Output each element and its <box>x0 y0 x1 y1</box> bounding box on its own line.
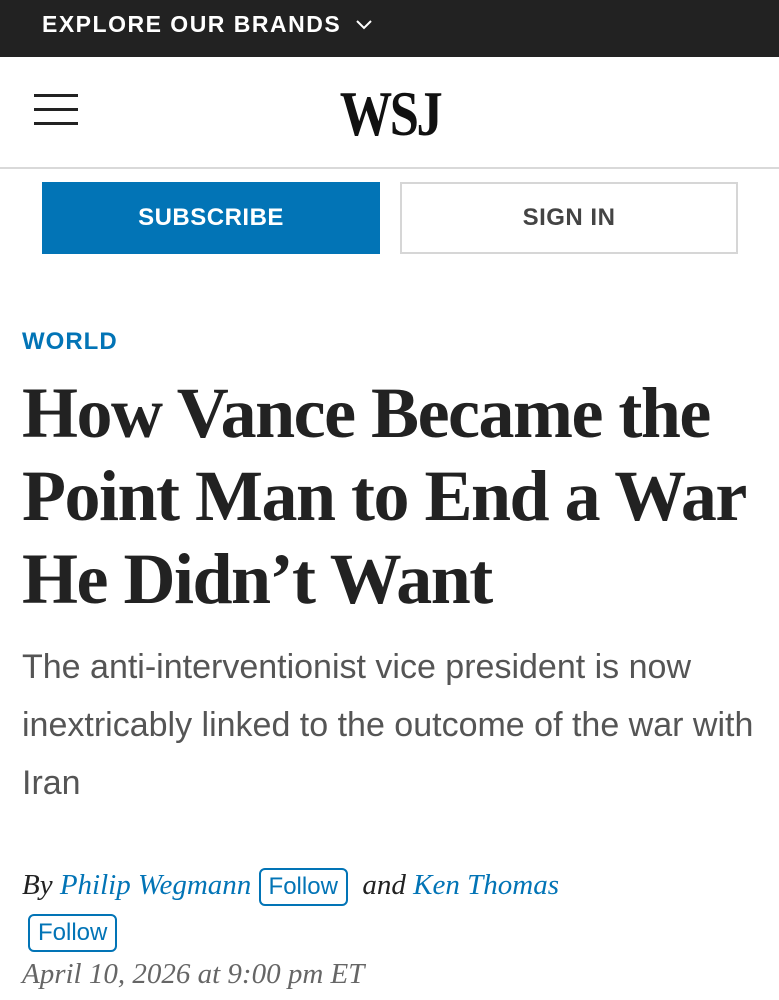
article-dek: The anti-interventionist vice president … <box>22 648 754 802</box>
masthead: WSJ <box>0 57 779 169</box>
wsj-logo[interactable]: WSJ <box>316 79 464 149</box>
byline: By Philip Wegmann Follow and Ken Thomas … <box>22 862 762 954</box>
section-label[interactable]: WORLD <box>22 328 118 356</box>
author-link-philip-wegmann[interactable]: Philip Wegmann <box>60 869 251 901</box>
follow-button-ken-thomas[interactable]: Follow <box>28 914 118 953</box>
publish-date: April 10, 2026 at 9:00 pm ET <box>22 958 365 990</box>
sign-in-button[interactable]: SIGN IN <box>400 182 738 254</box>
chevron-down-icon <box>355 18 373 30</box>
subscribe-button[interactable]: SUBSCRIBE <box>42 182 380 254</box>
follow-button-philip-wegmann[interactable]: Follow <box>258 868 348 907</box>
hamburger-menu-icon[interactable] <box>34 89 78 129</box>
byline-by: By <box>22 869 53 901</box>
explore-brands-toggle[interactable]: EXPLORE OUR BRANDS <box>42 0 373 48</box>
brands-bar: EXPLORE OUR BRANDS <box>0 0 779 57</box>
byline-and: and <box>362 869 406 901</box>
headline: How Vance Became the Point Man to End a … <box>22 373 746 619</box>
explore-brands-label: EXPLORE OUR BRANDS <box>42 10 342 37</box>
author-link-ken-thomas[interactable]: Ken Thomas <box>413 869 559 901</box>
